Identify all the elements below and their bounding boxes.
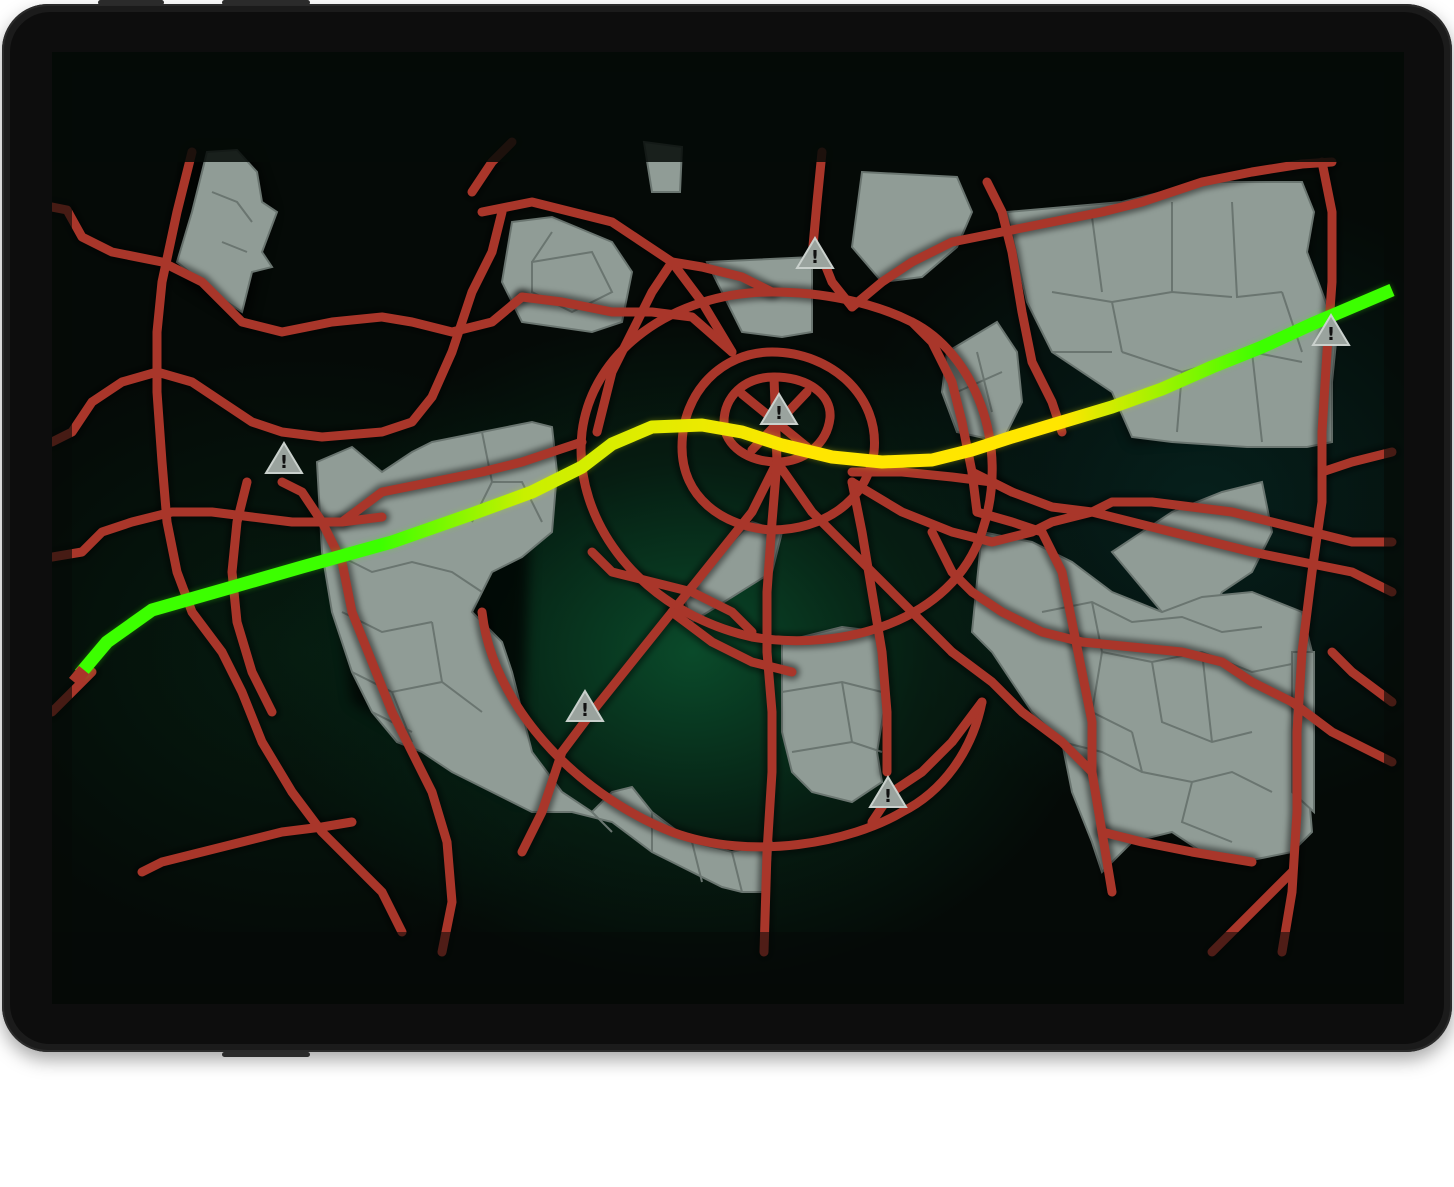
warning-glyph: !	[1327, 324, 1335, 345]
road	[52, 202, 527, 337]
hardware-button	[222, 1052, 310, 1057]
warning-glyph: !	[811, 247, 819, 268]
road	[1327, 647, 1397, 707]
warning-glyph: !	[775, 403, 783, 424]
route-start-cap	[69, 665, 89, 687]
block-center-bottom	[781, 625, 889, 804]
warning-glyph: !	[884, 786, 892, 807]
map-screen[interactable]: ! ! ! ! ! !	[52, 52, 1404, 1004]
hardware-button	[98, 0, 164, 5]
road	[467, 137, 517, 197]
warning-glyph: !	[581, 700, 589, 721]
road-shadow	[52, 199, 530, 340]
warning-glyph: !	[280, 452, 288, 473]
hardware-button	[222, 0, 310, 5]
warning-icon-left[interactable]: !	[264, 441, 304, 474]
map-canvas[interactable]: ! ! ! ! ! !	[52, 52, 1404, 1004]
block-top-notch	[642, 140, 684, 193]
